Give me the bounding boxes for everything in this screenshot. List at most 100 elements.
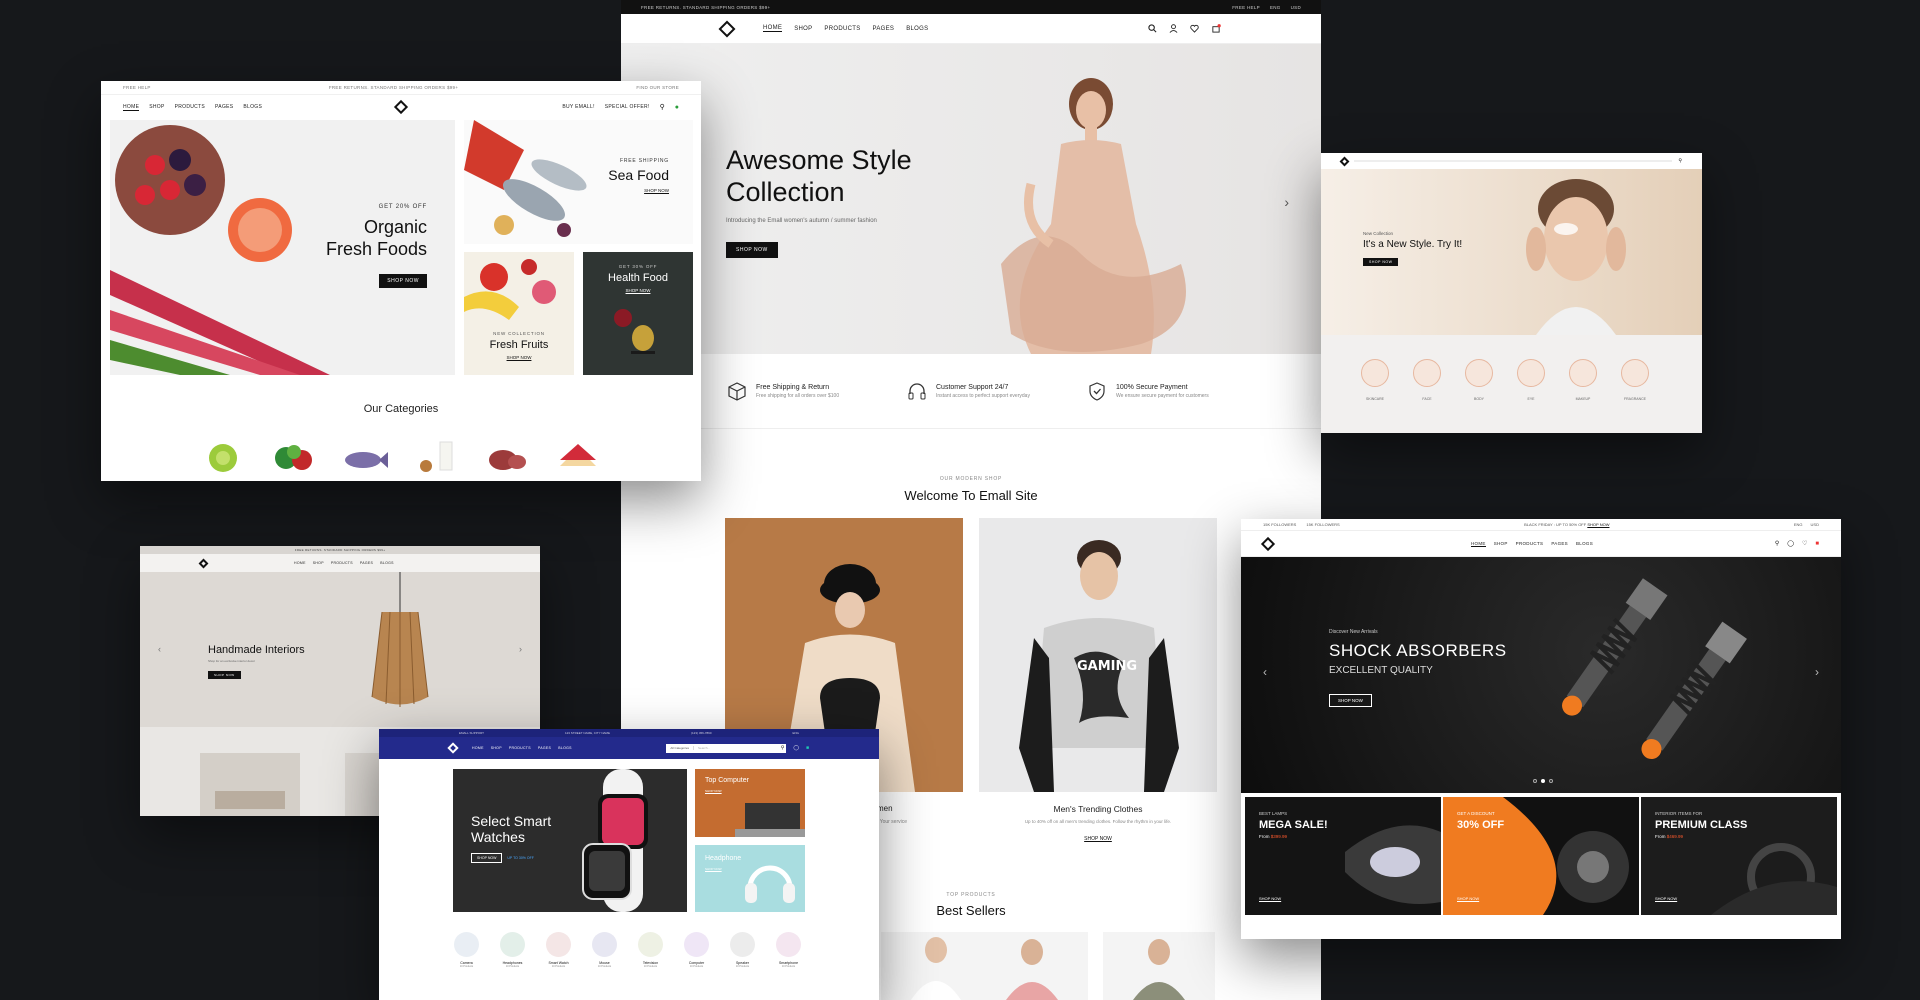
health-banner[interactable]: GET 30% OFF Health Food SHOP NOW	[583, 252, 693, 375]
nav-home[interactable]: HOME	[472, 746, 484, 750]
nav-blogs[interactable]: BLOGS	[906, 26, 928, 32]
slider-next-arrow[interactable]: ›	[519, 644, 522, 654]
banner-shop-link[interactable]: SHOP NOW	[1655, 896, 1677, 901]
hero-shop-button[interactable]: SHOP NOW	[726, 242, 778, 258]
cat-skincare[interactable]: SKINCARE	[1361, 359, 1389, 401]
nav-products[interactable]: PRODUCTS	[331, 561, 353, 565]
category-desserts[interactable]	[554, 438, 602, 474]
card-right-shop-link[interactable]: SHOP NOW	[979, 836, 1217, 842]
search-icon[interactable]: ⚲	[1678, 158, 1682, 164]
interior-hero[interactable]: ‹ › Handmade Interiors Shop for an exclu…	[140, 572, 540, 727]
topbar-help[interactable]: FREE HELP	[1232, 5, 1260, 10]
auto-banner-interior[interactable]: INTERIOR ITEMS FOR PREMIUM CLASS From $4…	[1641, 797, 1837, 915]
nav-pages[interactable]: PAGES	[215, 104, 233, 110]
lang-select[interactable]: ENG	[1270, 5, 1281, 10]
nav-home[interactable]: HOME	[123, 104, 140, 111]
nav-pages[interactable]: PAGES	[873, 26, 895, 32]
search-icon[interactable]: ⚲	[660, 103, 665, 111]
slider-dots[interactable]	[1533, 779, 1553, 783]
topbar-phone[interactable]: (123) 456-7890	[691, 731, 712, 735]
nav-blogs[interactable]: BLOGS	[1576, 541, 1593, 546]
search-input[interactable]: Search...	[694, 746, 779, 750]
user-icon[interactable]: ◯	[793, 745, 799, 751]
best-product-1[interactable]	[881, 932, 991, 1000]
wishlist-icon[interactable]: ♡	[1802, 540, 1807, 547]
nav-blogs[interactable]: BLOGS	[380, 561, 394, 565]
seafood-banner[interactable]: FREE SHIPPING Sea Food SHOP NOW	[464, 120, 693, 244]
cat-speaker[interactable]: Speaker 10 Products	[727, 932, 758, 968]
slider-next-arrow[interactable]: ›	[1284, 194, 1289, 210]
cat-face[interactable]: FACE	[1413, 359, 1441, 401]
user-icon[interactable]	[1169, 24, 1178, 33]
cat-mouse[interactable]: Mouse 10 Products	[589, 932, 620, 968]
hero-shop-button[interactable]: SHOP NOW	[379, 274, 427, 288]
nav-shop[interactable]: SHOP	[1494, 541, 1508, 546]
topbar-support[interactable]: EMALL SUPPORT	[459, 731, 484, 735]
search-icon[interactable]: ⚲	[1775, 540, 1779, 547]
banner-shop-link[interactable]: SHOP NOW	[1259, 896, 1281, 901]
nav-pages[interactable]: PAGES	[1551, 541, 1568, 546]
headphone-banner[interactable]: Headphone SHOP NOW	[695, 845, 805, 912]
topbar-help[interactable]: FREE HELP	[123, 85, 151, 90]
category-meat[interactable]	[483, 438, 531, 474]
logo-icon[interactable]	[718, 20, 736, 37]
instagram-followers[interactable]: 15K FOLLOWERS	[1306, 522, 1339, 527]
topbar-store[interactable]: FIND OUR STORE	[636, 85, 679, 90]
cart-icon[interactable]: ■	[1815, 541, 1819, 547]
slider-prev-arrow[interactable]: ‹	[1263, 665, 1267, 679]
nav-shop[interactable]: SHOP	[794, 26, 812, 32]
nav-pages[interactable]: PAGES	[360, 561, 373, 565]
best-product-2[interactable]	[976, 932, 1088, 1000]
nav-home[interactable]: HOME	[763, 25, 783, 32]
cat-computer[interactable]: Computer 10 Products	[681, 932, 712, 968]
cart-icon[interactable]: ●	[675, 104, 679, 111]
cart-icon[interactable]	[1211, 24, 1221, 33]
cat-body[interactable]: BODY	[1465, 359, 1493, 401]
hero-shop-button[interactable]: SHOP NOW	[471, 853, 503, 863]
user-icon[interactable]: ◯	[1787, 540, 1794, 547]
logo-icon[interactable]	[447, 742, 459, 754]
hero-shop-button[interactable]: SHOP NOW	[1329, 694, 1372, 707]
organic-hero[interactable]: GET 20% OFF Organic Fresh Foods SHOP NOW	[110, 120, 455, 375]
lang-select[interactable]: ENG	[1794, 522, 1803, 527]
slider-prev-arrow[interactable]: ‹	[158, 644, 161, 654]
card-shop-link[interactable]: SHOP NOW	[705, 867, 722, 871]
hero-shop-button[interactable]: SHOP NOW	[1363, 258, 1399, 266]
fruits-banner[interactable]: NEW COLLECTION Fresh Fruits SHOP NOW	[464, 252, 574, 375]
category-greens[interactable]	[270, 438, 318, 474]
interior-product-1[interactable]	[200, 753, 300, 816]
category-select[interactable]: All Categories	[666, 746, 695, 750]
currency-select[interactable]: USD	[1291, 5, 1301, 10]
nav-special[interactable]: SPECIAL OFFER!	[605, 104, 650, 110]
auto-banner-lamps[interactable]: BEST LAMPS MEGA SALE! From $399.99 SHOP …	[1245, 797, 1441, 915]
fruits-shop-link[interactable]: SHOP NOW	[464, 355, 574, 360]
auto-hero[interactable]: ‹ › Discover New Arrivals SHOCK ABSORBER…	[1241, 557, 1841, 793]
collection-card-men[interactable]: GAMING	[979, 518, 1217, 792]
nav-buy[interactable]: BUY EMALL!	[562, 104, 594, 110]
category-dairy[interactable]	[412, 438, 460, 474]
nav-products[interactable]: PRODUCTS	[509, 746, 531, 750]
nav-shop[interactable]: SHOP	[313, 561, 324, 565]
cat-smartphone[interactable]: Smartphone 10 Products	[773, 932, 804, 968]
cat-smartwatch[interactable]: Smart Watch 10 Products	[543, 932, 574, 968]
nav-products[interactable]: PRODUCTS	[175, 104, 205, 110]
nav-blogs[interactable]: BLOGS	[243, 104, 262, 110]
logo-icon[interactable]	[393, 99, 409, 115]
cat-fragrance[interactable]: FRAGRANCE	[1621, 359, 1649, 401]
nav-home[interactable]: HOME	[1471, 541, 1486, 547]
search-icon[interactable]: ⚲	[779, 745, 787, 751]
cat-television[interactable]: Television 10 Products	[635, 932, 666, 968]
logo-icon[interactable]	[1339, 156, 1350, 166]
seafood-shop-link[interactable]: SHOP NOW	[608, 188, 669, 193]
nav-home[interactable]: HOME	[294, 561, 306, 565]
card-shop-link[interactable]: SHOP NOW	[705, 789, 722, 793]
lang-select[interactable]: ENG	[792, 731, 799, 735]
logo-icon[interactable]	[198, 558, 209, 568]
facebook-followers[interactable]: 15K FOLLOWERS	[1263, 522, 1296, 527]
nav-pages[interactable]: PAGES	[538, 746, 551, 750]
hero-shop-button[interactable]: SHOP NOW	[208, 671, 241, 679]
nav-blogs[interactable]: BLOGS	[558, 746, 572, 750]
search-bar[interactable]: All Categories Search... ⚲	[666, 743, 787, 753]
banner-shop-link[interactable]: SHOP NOW	[1457, 896, 1479, 901]
logo-icon[interactable]	[1260, 536, 1276, 551]
